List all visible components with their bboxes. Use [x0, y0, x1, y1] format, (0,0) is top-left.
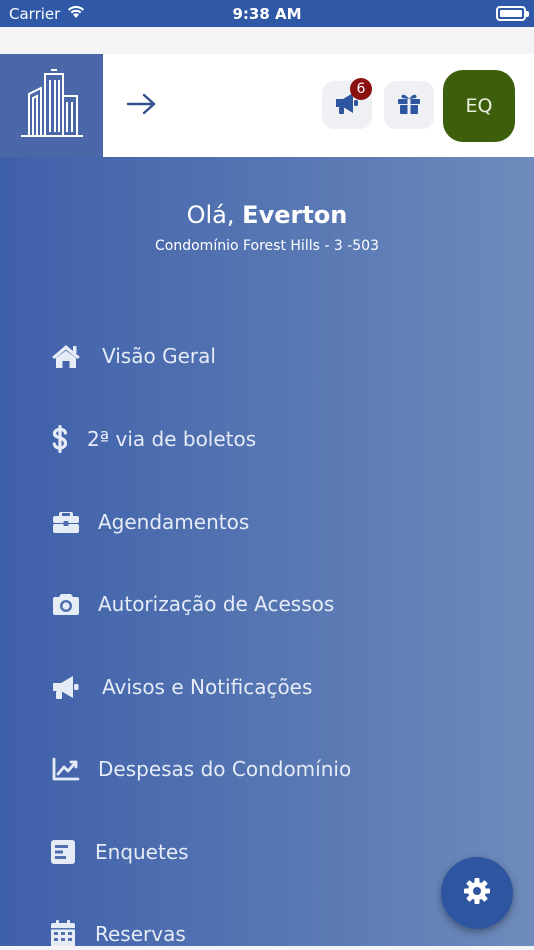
menu-item-label: Visão Geral — [102, 344, 216, 368]
carrier-label: Carrier — [9, 4, 61, 23]
gifts-button[interactable] — [384, 81, 434, 129]
battery-icon — [496, 6, 529, 21]
menu-item-label: Agendamentos — [98, 510, 250, 534]
bottom-safe-area — [0, 946, 534, 950]
megaphone-icon — [50, 671, 82, 703]
home-icon — [50, 340, 82, 372]
status-left: Carrier — [9, 4, 86, 23]
app-header: 6 EQ — [0, 54, 534, 157]
chart-line-icon — [50, 753, 82, 785]
menu-item-enquetes[interactable]: Enquetes — [50, 832, 470, 872]
toggle-menu-button[interactable] — [122, 90, 160, 122]
user-avatar[interactable]: EQ — [443, 70, 515, 142]
menu-item-label: Autorização de Acessos — [98, 592, 335, 616]
side-menu: Olá, Everton Condomínio Forest Hills - 3… — [0, 157, 534, 950]
building-logo-icon — [19, 68, 85, 144]
app-logo — [0, 54, 103, 157]
menu-item-boletos[interactable]: 2ª via de boletos — [50, 419, 470, 459]
menu-item-reservas[interactable]: Reservas — [50, 914, 470, 950]
poll-icon — [50, 836, 76, 868]
announcements-button[interactable]: 6 — [322, 78, 372, 129]
menu-item-despesas-condominio[interactable]: Despesas do Condomínio — [50, 749, 470, 789]
camera-icon — [50, 588, 82, 620]
menu-item-agendamentos[interactable]: Agendamentos — [50, 502, 470, 542]
gift-icon — [396, 91, 422, 119]
menu-item-label: 2ª via de boletos — [87, 427, 257, 451]
status-bar: Carrier 9:38 AM — [0, 0, 534, 27]
arrow-right-icon — [125, 92, 157, 120]
settings-fab-button[interactable] — [441, 857, 513, 929]
greeting-prefix: Olá, — [186, 201, 235, 229]
wifi-icon — [66, 4, 86, 23]
menu-item-label: Despesas do Condomínio — [98, 757, 352, 781]
menu-item-label: Enquetes — [95, 840, 189, 864]
user-name: Everton — [242, 201, 348, 229]
greeting: Olá, Everton — [0, 201, 534, 229]
briefcase-icon — [50, 506, 82, 538]
condominium-unit: Condomínio Forest Hills - 3 -503 — [155, 238, 379, 254]
dollar-icon — [50, 423, 70, 455]
menu-item-visao-geral[interactable]: Visão Geral — [50, 336, 470, 376]
notification-badge: 6 — [350, 78, 372, 100]
menu-item-avisos-notificacoes[interactable]: Avisos e Notificações — [50, 667, 470, 707]
menu-item-autorizacao-acessos[interactable]: Autorização de Acessos — [50, 584, 470, 624]
menu-item-label: Avisos e Notificações — [102, 675, 313, 699]
gear-icon — [463, 877, 491, 909]
menu-item-label: Reservas — [95, 922, 186, 946]
